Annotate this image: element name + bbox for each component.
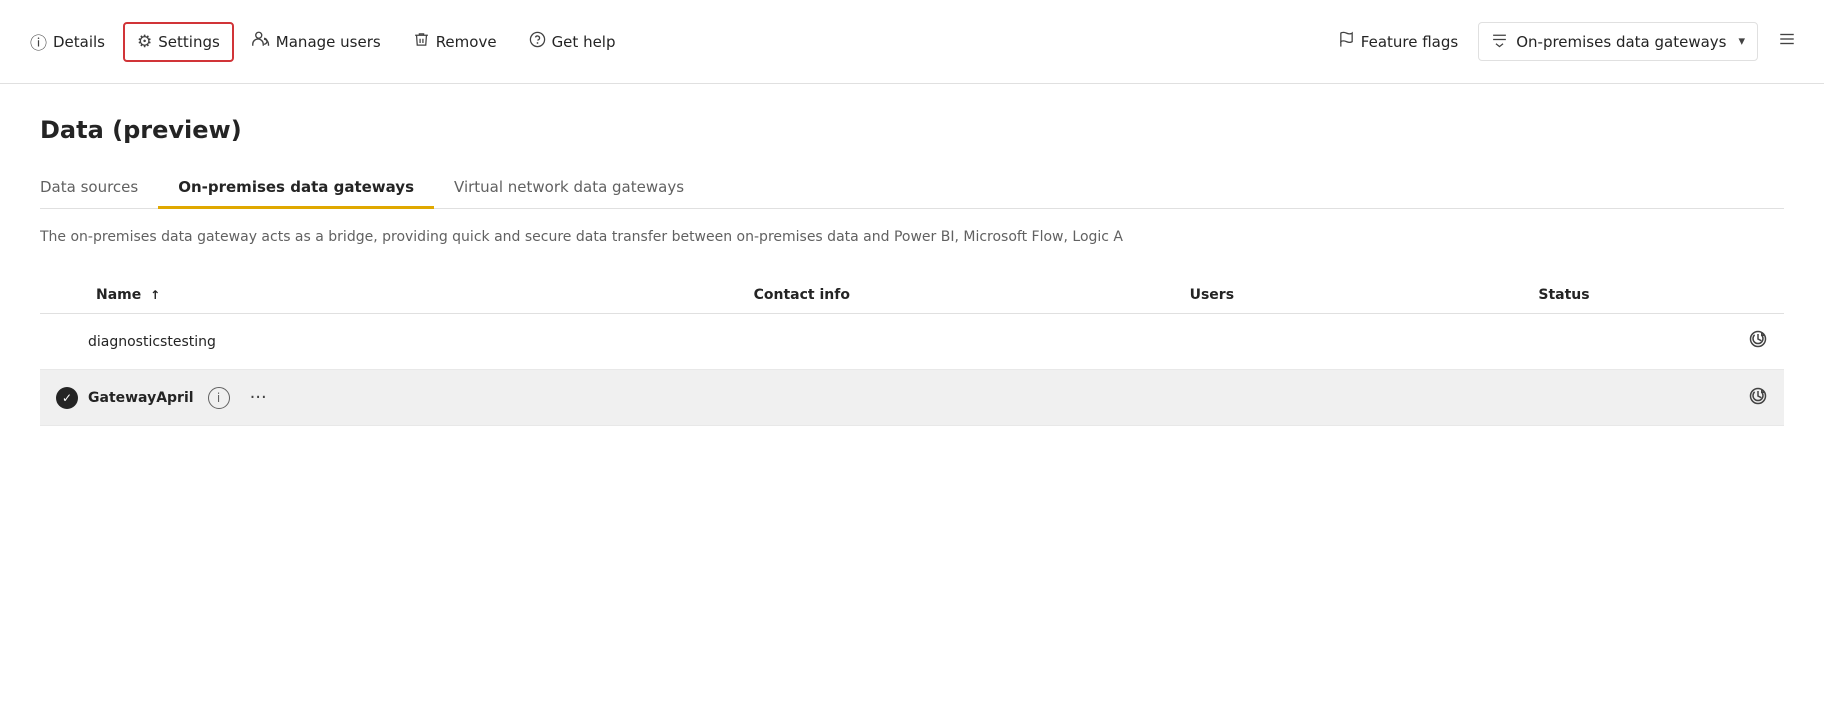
feature-flags-label: Feature flags bbox=[1361, 33, 1458, 51]
col-header-contact[interactable]: Contact info bbox=[738, 277, 1174, 314]
on-premises-dropdown[interactable]: On-premises data gateways ▾ bbox=[1478, 22, 1758, 61]
more-options-button[interactable] bbox=[1766, 22, 1808, 61]
status-refresh-icon bbox=[1748, 330, 1768, 354]
trash-icon bbox=[413, 31, 430, 53]
tab-on-premises-gateways[interactable]: On-premises data gateways bbox=[158, 168, 434, 209]
toolbar: ⓘ Details ⚙ Settings Manage users bbox=[0, 0, 1824, 84]
gateways-table: Name ↑ Contact info Users Status bbox=[40, 277, 1784, 426]
table-row[interactable]: diagnosticstesting bbox=[40, 314, 1784, 370]
get-help-label: Get help bbox=[552, 33, 616, 51]
checked-circle: ✓ bbox=[56, 387, 78, 409]
toolbar-left: ⓘ Details ⚙ Settings Manage users bbox=[16, 19, 1326, 64]
contact-cell bbox=[738, 314, 1174, 370]
feature-flags-icon bbox=[1338, 31, 1355, 52]
name-cell: ✓ GatewayApril i ··· bbox=[40, 370, 738, 426]
manage-users-label: Manage users bbox=[276, 33, 381, 51]
main-content: Data (preview) Data sources On-premises … bbox=[0, 84, 1824, 458]
col-header-users[interactable]: Users bbox=[1174, 277, 1523, 314]
sort-arrow-icon: ↑ bbox=[150, 288, 160, 302]
page-title: Data (preview) bbox=[40, 116, 1784, 144]
chevron-down-icon: ▾ bbox=[1738, 34, 1745, 49]
users-cell bbox=[1174, 370, 1523, 426]
settings-button[interactable]: ⚙ Settings bbox=[123, 22, 234, 62]
status-refresh-icon bbox=[1748, 394, 1768, 410]
details-button[interactable]: ⓘ Details bbox=[16, 19, 119, 64]
manage-users-icon bbox=[252, 30, 270, 53]
users-cell bbox=[1174, 314, 1523, 370]
get-help-button[interactable]: Get help bbox=[515, 21, 630, 63]
col-header-name[interactable]: Name ↑ bbox=[40, 277, 738, 314]
row-name: GatewayApril bbox=[88, 390, 194, 406]
on-premises-icon bbox=[1491, 31, 1508, 52]
col-header-status[interactable]: Status bbox=[1522, 277, 1784, 314]
remove-button[interactable]: Remove bbox=[399, 21, 511, 63]
settings-gear-icon: ⚙ bbox=[137, 32, 152, 52]
status-cell bbox=[1522, 370, 1784, 426]
help-icon bbox=[529, 31, 546, 53]
manage-users-button[interactable]: Manage users bbox=[238, 20, 395, 63]
feature-flags-button[interactable]: Feature flags bbox=[1326, 23, 1470, 60]
row-name: diagnosticstesting bbox=[88, 334, 216, 350]
status-cell bbox=[1522, 314, 1784, 370]
hamburger-icon bbox=[1778, 30, 1796, 53]
tab-data-sources[interactable]: Data sources bbox=[40, 168, 158, 209]
gateway-description: The on-premises data gateway acts as a b… bbox=[40, 229, 1740, 245]
row-more-button[interactable]: ··· bbox=[244, 385, 273, 410]
details-label: Details bbox=[53, 33, 105, 51]
name-cell: diagnosticstesting bbox=[40, 314, 738, 370]
info-icon: ⓘ bbox=[30, 29, 47, 54]
settings-label: Settings bbox=[158, 33, 220, 51]
toolbar-right: Feature flags On-premises data gateways … bbox=[1326, 22, 1808, 61]
table-row[interactable]: ✓ GatewayApril i ··· bbox=[40, 370, 1784, 426]
on-premises-label: On-premises data gateways bbox=[1516, 33, 1726, 51]
tabs: Data sources On-premises data gateways V… bbox=[40, 168, 1784, 209]
tab-virtual-network-gateways[interactable]: Virtual network data gateways bbox=[434, 168, 704, 209]
table-header-row: Name ↑ Contact info Users Status bbox=[40, 277, 1784, 314]
contact-cell bbox=[738, 370, 1174, 426]
row-info-button[interactable]: i bbox=[208, 387, 230, 409]
remove-label: Remove bbox=[436, 33, 497, 51]
